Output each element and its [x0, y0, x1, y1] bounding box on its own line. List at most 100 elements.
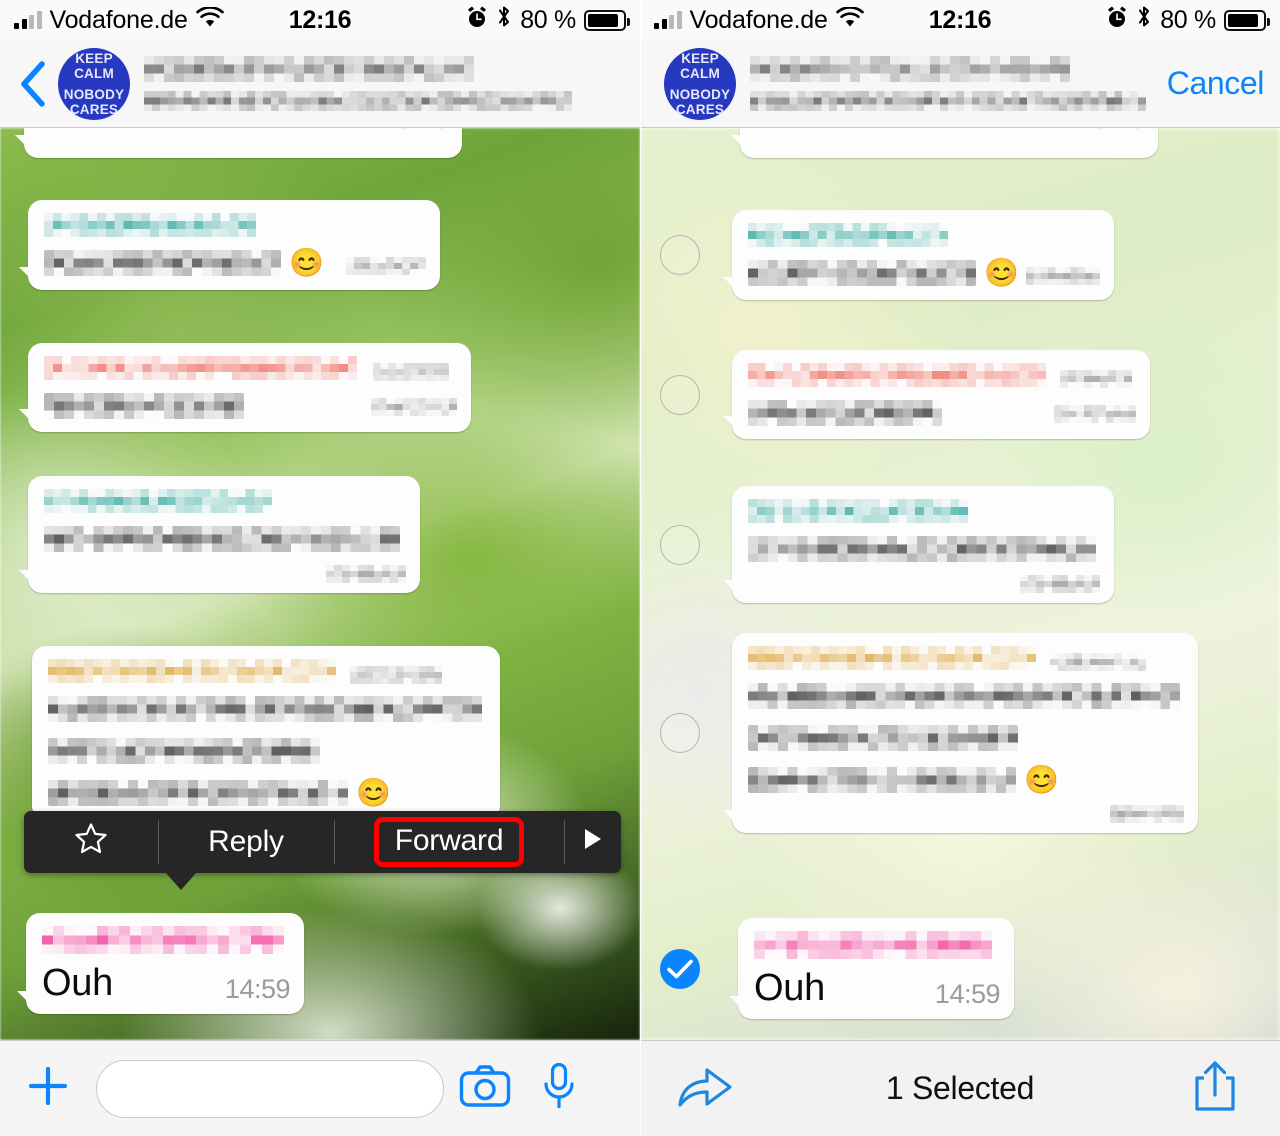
message-row[interactable]: Ouh 14:59 — [660, 918, 1014, 1019]
message-sender-redacted — [44, 356, 457, 388]
message-sender-redacted — [754, 931, 1000, 967]
message-select-checkbox[interactable] — [660, 713, 700, 754]
nav-bar-left: KEEP CALM NOBODY CARES — [0, 40, 640, 128]
message-row[interactable] — [660, 486, 1114, 604]
forward-arrow-icon — [676, 1062, 734, 1115]
message-text-row — [748, 531, 1100, 565]
message-row[interactable] — [660, 350, 1150, 439]
play-triangle-icon — [582, 825, 604, 859]
bluetooth-icon — [1136, 4, 1152, 36]
message-bubble[interactable] — [19, 343, 471, 432]
carrier-label: Vodafone.de — [689, 5, 828, 34]
carrier-label: Vodafone.de — [49, 5, 188, 34]
more-actions-button[interactable] — [564, 811, 621, 873]
message-select-checkbox[interactable] — [660, 524, 700, 565]
message-time-redacted — [371, 398, 457, 416]
share-upload-icon — [1193, 1060, 1237, 1117]
right-phone-screen: Vodafone.de 12:16 80 % KEEP CALM NOBODY … — [640, 0, 1280, 1136]
message-bubble[interactable]: 😊 — [32, 646, 500, 821]
message-sender-redacted — [48, 659, 486, 691]
message-bubble[interactable] — [723, 350, 1150, 439]
message-bubble[interactable]: Ouh 14:59 — [729, 918, 1014, 1019]
avatar-line-3: NOBODY — [669, 86, 731, 102]
message-text-row-3: 😊 — [48, 775, 486, 810]
share-button[interactable] — [1150, 1060, 1280, 1117]
message-row[interactable]: Ouh 14:59 — [17, 913, 304, 1014]
message-select-checkbox[interactable] — [660, 235, 700, 276]
message-time: 14:59 — [934, 979, 1001, 1009]
avatar-line-4: CARES — [675, 101, 725, 117]
message-text-redacted — [748, 536, 1096, 563]
reply-button[interactable]: Reply — [158, 811, 334, 873]
message-row[interactable]: 😊 — [660, 210, 1114, 301]
selected-count-label: 1 Selected — [885, 1070, 1035, 1106]
message-row[interactable]: 😊 — [660, 633, 1198, 834]
message-row[interactable] — [19, 476, 420, 594]
message-bubble[interactable] — [19, 476, 420, 594]
forward-button[interactable]: Forward — [334, 811, 564, 873]
battery-icon — [584, 9, 630, 31]
message-text-redacted — [748, 767, 1016, 794]
star-outline-icon — [74, 822, 108, 863]
message-sender-redacted — [748, 223, 1100, 255]
message-select-checkbox[interactable] — [660, 374, 700, 415]
message-bubble[interactable]: 😊 — [19, 200, 440, 291]
battery-percent-label: 80 % — [520, 5, 576, 34]
status-bar-right-group: 80 % — [1106, 4, 1270, 36]
reply-label: Reply — [208, 825, 284, 858]
chat-title-block[interactable] — [750, 56, 1157, 111]
message-text-row-3: 😊 — [748, 762, 1184, 797]
avatar-line-4: CARES — [69, 101, 119, 117]
emoji: 😊 — [289, 247, 324, 279]
message-text-row-2 — [748, 720, 1184, 754]
message-row[interactable] — [19, 343, 471, 432]
message-row[interactable]: 😊 — [32, 646, 500, 821]
emoji: 😊 — [984, 257, 1019, 289]
selection-action-bar: 1 Selected — [640, 1040, 1280, 1136]
message-row[interactable]: 😊 — [19, 200, 440, 291]
avatar[interactable]: KEEP CALM NOBODY CARES — [664, 47, 736, 120]
plus-icon — [26, 1064, 70, 1113]
message-text-redacted — [748, 260, 976, 287]
message-bubble[interactable]: 😊 — [723, 210, 1114, 301]
back-button[interactable] — [16, 60, 50, 107]
message-bubble[interactable]: 10:45 — [15, 128, 462, 158]
star-button[interactable] — [24, 811, 158, 873]
chat-title-redacted — [750, 56, 1070, 82]
message-text-redacted — [44, 526, 400, 553]
forward-label: Forward — [373, 817, 525, 867]
message-bubble[interactable]: Ouh 14:59 — [17, 913, 304, 1014]
chat-title-block[interactable] — [144, 56, 624, 111]
voice-record-button[interactable] — [522, 1062, 596, 1115]
message-time-redacted — [1026, 267, 1100, 285]
emoji: 😊 — [356, 777, 391, 809]
camera-button[interactable] — [448, 1064, 522, 1113]
message-input[interactable] — [96, 1059, 444, 1118]
message-bubble[interactable] — [723, 486, 1114, 604]
message-text-row — [44, 388, 457, 422]
message-text-row: Ouh 14:59 — [42, 962, 291, 1004]
camera-icon — [459, 1064, 511, 1113]
emoji: 😊 — [1024, 764, 1059, 796]
message-sender-redacted — [748, 646, 1184, 678]
message-text-redacted — [748, 400, 942, 427]
message-sender-redacted — [748, 363, 1136, 395]
avatar-line-2: CALM — [680, 65, 720, 81]
message-time: 10:45 — [40, 128, 449, 134]
attach-button[interactable] — [0, 1064, 96, 1113]
forward-selected-button[interactable] — [640, 1062, 770, 1115]
message-row[interactable]: 10:45 — [731, 128, 1158, 158]
message-bubble[interactable]: 10:45 — [731, 128, 1158, 158]
message-row[interactable]: 10:45 — [15, 128, 462, 158]
status-bar-left: Vodafone.de 12:16 80 % — [0, 0, 640, 40]
message-bubble[interactable]: 😊 — [723, 633, 1198, 834]
avatar[interactable]: KEEP CALM NOBODY CARES — [58, 47, 130, 120]
message-time: 14:59 — [224, 974, 291, 1004]
message-text-row: Ouh 14:59 — [754, 967, 1001, 1009]
message-action-popup: Reply Forward — [24, 811, 621, 890]
checkmark-icon — [667, 959, 693, 979]
nav-bar-right: KEEP CALM NOBODY CARES Cancel — [640, 40, 1280, 128]
chat-participants-redacted — [750, 91, 1146, 111]
message-select-checkbox-checked[interactable] — [660, 948, 700, 989]
cancel-button[interactable]: Cancel — [1167, 65, 1265, 102]
